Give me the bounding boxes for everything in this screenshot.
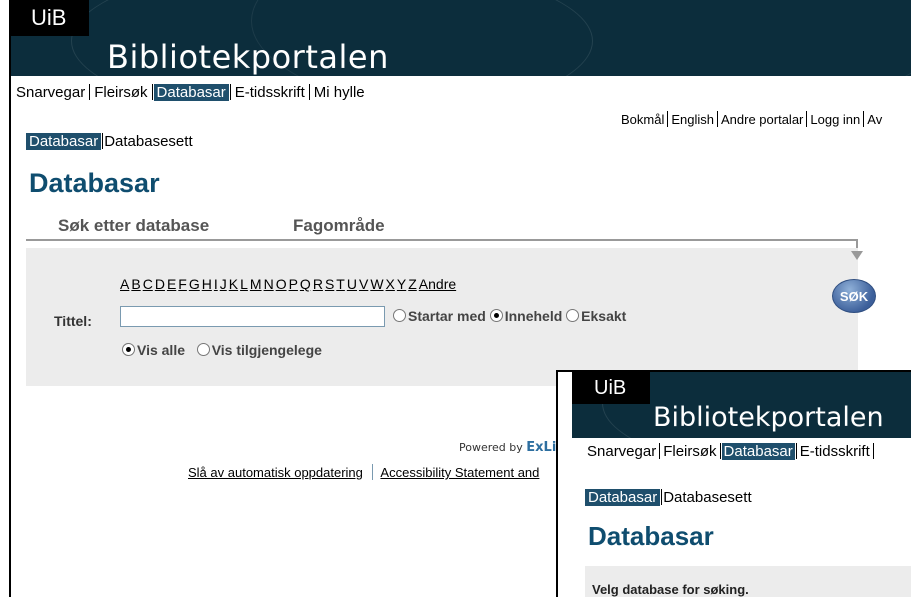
subnav-databasar[interactable]: Databasar [26,133,102,150]
alpha-link[interactable]: V [359,276,368,292]
accessibility-link[interactable]: Accessibility Statement and [380,465,539,480]
alpha-link[interactable]: E [167,276,176,292]
nav-separator [308,84,310,100]
title-field-label: Tittel: [54,313,92,329]
page-title: Databasar [29,168,160,198]
alpha-link[interactable]: S [325,276,334,292]
alpha-link[interactable]: R [313,276,323,292]
radio-label: Vis tilgjengelege [211,342,322,358]
nav-e-tidsskrift[interactable]: E-tidsskrift [232,84,308,101]
alpha-link[interactable]: L [240,276,248,292]
radio-vis-tilgjengelege[interactable] [196,343,210,356]
nav-fleirsok[interactable]: Fleirsøk [661,443,718,460]
alpha-link[interactable]: B [131,276,140,292]
alpha-link-andre[interactable]: Andre [419,276,456,292]
lang-english[interactable]: English [669,112,716,127]
lang-bokmal[interactable]: Bokmål [619,112,666,127]
nav-separator [151,84,153,100]
radio-eksakt[interactable] [566,309,580,322]
utility-nav: Bokmål English Andre portalar Logg inn Av [619,111,884,127]
radio-inneheld[interactable] [489,309,503,322]
portal-title: Bibliotekportalen [653,402,884,433]
radio-label: Inneheld [504,308,563,324]
radio-startar-med[interactable] [393,309,406,322]
nav-fleirsok[interactable]: Fleirsøk [91,84,150,101]
sub-nav: Databasar Databasesett [26,133,193,150]
nav-snarvegar[interactable]: Snarvegar [585,443,658,460]
alpha-link[interactable]: M [250,276,262,292]
alpha-link[interactable]: J [220,276,227,292]
utility-link-av[interactable]: Av [865,112,884,127]
page-title: Databasar [588,521,714,551]
alpha-link[interactable]: P [289,276,298,292]
overlay-window: UiB Bibliotekportalen Snarvegar Fleirsøk D… [556,370,911,597]
nav-separator [371,464,373,480]
footer-links: Slå av automatisk oppdatering Accessibil… [188,464,539,480]
alpha-link[interactable]: K [229,276,238,292]
nav-separator [229,84,231,100]
main-nav: Snarvegar Fleirsøk Databasar E-tidsskrift Mi… [13,84,368,101]
alpha-link[interactable]: N [264,276,274,292]
alpha-link[interactable]: U [347,276,357,292]
alpha-link[interactable]: F [178,276,187,292]
match-type-group: Startar med Inneheld Eksakt [393,308,626,324]
nav-databasar[interactable]: Databasar [721,443,795,460]
auto-update-toggle-link[interactable]: Slå av automatisk oppdatering [188,465,363,480]
radio-label: Eksakt [581,308,627,324]
overlay-sub-nav: Databasar Databasesett [585,489,752,506]
radio-vis-alle[interactable] [122,343,135,356]
uib-logo[interactable]: UiB [572,372,650,404]
powered-by-label: Powered by [459,441,523,454]
nav-separator [89,84,91,100]
nav-separator [717,111,718,127]
overlay-main-nav: Snarvegar Fleirsøk Databasar E-tidsskrift [585,443,875,460]
visibility-group: Vis alle Vis tilgjengelege [122,342,322,358]
alpha-link[interactable]: Z [408,276,417,292]
alpha-link[interactable]: X [386,276,395,292]
nav-databasar[interactable]: Databasar [153,84,229,101]
window-border [9,0,11,597]
uib-logo[interactable]: UiB [11,0,89,36]
search-button[interactable]: SØK [832,279,876,313]
nav-e-tidsskrift[interactable]: E-tidsskrift [798,443,872,460]
subnav-databasesett[interactable]: Databasesett [663,489,751,506]
radio-label: Startar med [408,308,486,324]
tab-search-database[interactable]: Søk etter database [58,216,209,236]
nav-separator [872,443,874,459]
alpha-link[interactable]: Y [397,276,406,292]
subnav-databasesett[interactable]: Databasesett [104,133,192,150]
nav-separator [795,443,797,459]
select-database-instruction: Velg database for søking. [592,582,749,597]
alpha-link[interactable]: Q [300,276,311,292]
radio-label: Vis alle [137,342,186,358]
alpha-link[interactable]: H [202,276,212,292]
tab-underline [26,239,858,241]
nav-mi-hylle[interactable]: Mi hylle [311,84,368,101]
login-link[interactable]: Logg inn [808,112,862,127]
other-portals-link[interactable]: Andre portalar [719,112,805,127]
alpha-link[interactable]: O [276,276,287,292]
tab-subject-area[interactable]: Fagområde [293,216,385,236]
alpha-link[interactable]: I [214,276,218,292]
powered-by: Powered by ExLib [459,440,566,455]
alpha-link[interactable]: A [120,276,129,292]
subnav-databasar[interactable]: Databasar [585,489,661,506]
alpha-link[interactable]: D [155,276,165,292]
alphabet-index: A B C D E F G H I J K L M N O P Q R S T U V W X Y Z Andre [120,276,458,292]
browser-window: UiB Bibliotekportalen Snarvegar Fleirsøk D… [0,0,911,597]
nav-snarvegar[interactable]: Snarvegar [13,84,88,101]
alpha-link[interactable]: W [370,276,383,292]
alpha-link[interactable]: G [189,276,200,292]
title-search-input[interactable] [120,306,385,327]
alpha-link[interactable]: C [143,276,153,292]
arrow-down-icon [851,251,863,260]
alpha-link[interactable]: T [336,276,345,292]
nav-separator [719,443,721,459]
portal-title: Bibliotekportalen [107,38,389,76]
